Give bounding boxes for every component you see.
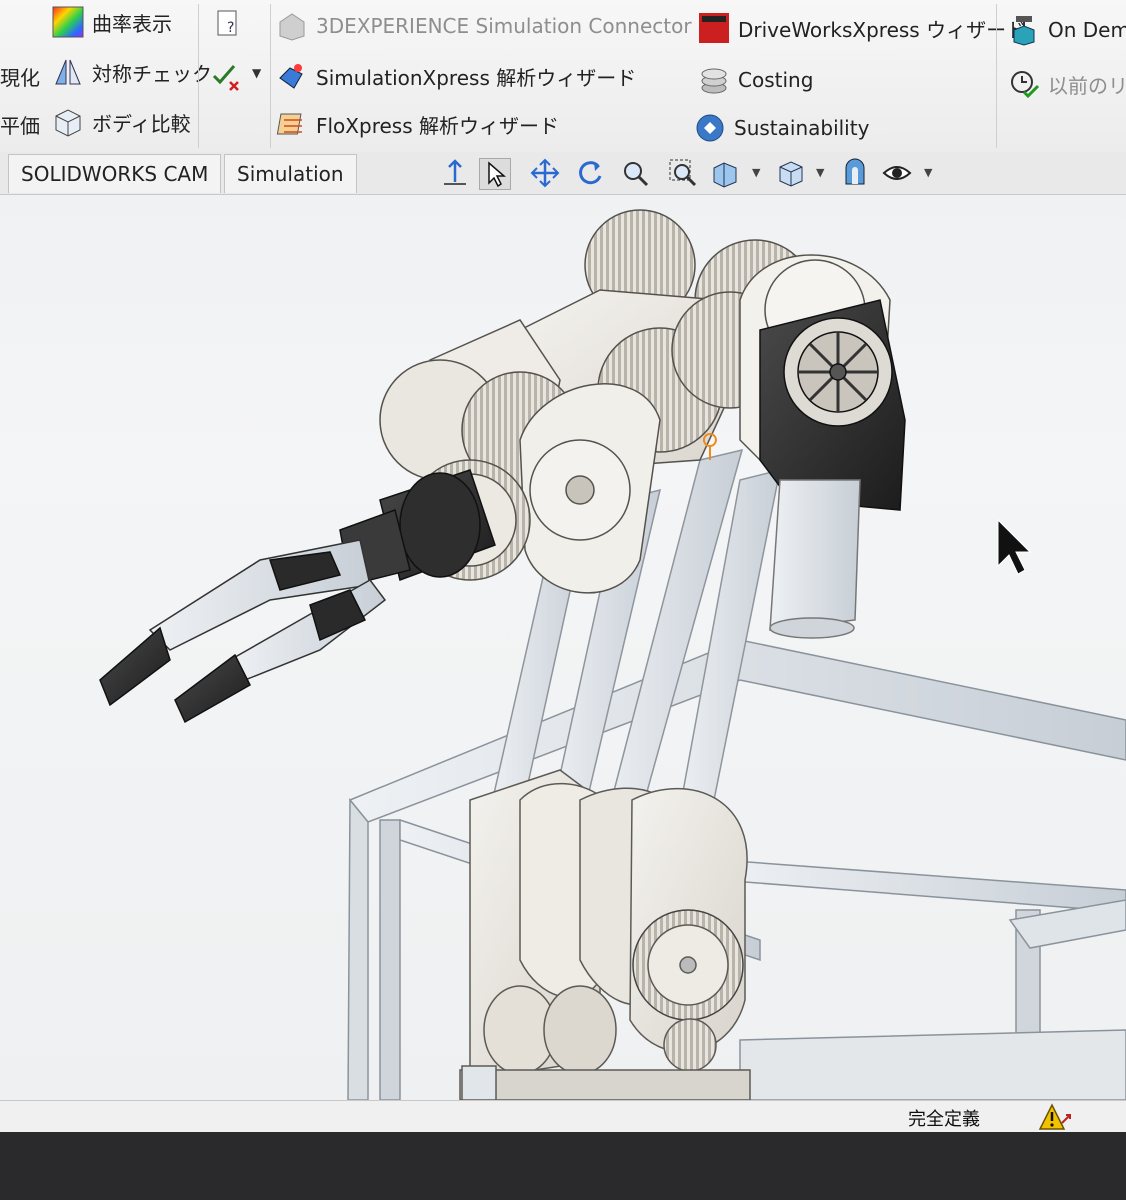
curvature-label: 曲率表示 [92, 11, 172, 36]
drive-motor [759, 299, 906, 639]
shoulder-gearbox [459, 769, 751, 1100]
normal-to-icon[interactable] [440, 158, 470, 188]
history-check-icon [1011, 71, 1040, 99]
sustainability-icon [696, 114, 724, 142]
chevron-down-icon[interactable]: ▼ [816, 166, 824, 179]
costing-label: Costing [738, 68, 814, 92]
on-demand-icon [1013, 16, 1035, 46]
driveworks-logo-icon [699, 13, 729, 43]
sustainability-label: Sustainability [734, 116, 870, 140]
driveworksxpress-button[interactable]: DriveWorksXpress ウィザード [698, 12, 1026, 44]
select-arrow-icon[interactable] [479, 158, 511, 190]
tab-simulation[interactable]: Simulation [224, 154, 357, 193]
simulation-connector-label: 3DEXPERIENCE Simulation Connector [316, 14, 692, 38]
chevron-down-icon[interactable]: ▼ [252, 66, 261, 80]
section-view-icon[interactable] [710, 158, 740, 188]
rotate-icon[interactable] [576, 158, 606, 188]
on-demand-button[interactable]: On Dem [1008, 14, 1126, 46]
body-compare-button[interactable]: ボディ比較 [52, 106, 191, 138]
solidworks-window: 現化 平価 曲率表示 対称チェック ボディ比較 ? ▼ 3DEXPERIENCE… [0, 0, 1126, 1132]
ribbon-separator [996, 4, 997, 148]
rebuild-warning-icon[interactable] [1038, 1103, 1072, 1131]
hide-show-eye-icon[interactable] [882, 158, 912, 188]
on-demand-label: On Dem [1048, 18, 1126, 42]
graphics-area[interactable] [0, 194, 1126, 1100]
floxpress-icon [276, 113, 302, 135]
curvature-icon [52, 6, 84, 38]
tab-solidworks-cam[interactable]: SOLIDWORKS CAM [8, 154, 222, 193]
driveworksxpress-label: DriveWorksXpress ウィザード [738, 17, 1027, 42]
curvature-button[interactable]: 曲率表示 [52, 6, 172, 38]
floxpress-button[interactable]: FloXpress 解析ウィザード [276, 108, 559, 140]
sustainability-button[interactable]: Sustainability [694, 112, 869, 144]
costing-coins-icon [701, 68, 727, 94]
svg-text:?: ? [227, 20, 234, 36]
simulationxpress-button[interactable]: SimulationXpress 解析ウィザード [276, 60, 636, 92]
previous-release-label: 以前のリ [1048, 73, 1126, 98]
mouse-cursor-icon [997, 518, 1032, 575]
body-compare-label: ボディ比較 [92, 111, 191, 136]
chevron-down-icon[interactable]: ▼ [924, 166, 932, 179]
simulation-connector-icon [279, 13, 305, 41]
cut-command-label-1[interactable]: 現化 [0, 62, 40, 91]
status-bar: 完全定義 [0, 1100, 1126, 1132]
view-orientation-icon[interactable] [776, 158, 806, 188]
gripper-assembly [99, 469, 496, 724]
command-manager-tabs: SOLIDWORKS CAM Simulation [0, 152, 1126, 195]
symmetry-check-button[interactable]: 対称チェック [52, 56, 212, 88]
simulation-connector-button[interactable]: 3DEXPERIENCE Simulation Connector [276, 10, 692, 42]
display-style-icon[interactable] [840, 158, 870, 188]
simulationxpress-label: SimulationXpress 解析ウィザード [316, 65, 637, 90]
zoom-area-icon[interactable] [668, 158, 698, 188]
floxpress-label: FloXpress 解析ウィザード [316, 113, 559, 138]
chevron-down-icon[interactable]: ▼ [752, 166, 760, 179]
pan-icon[interactable] [530, 158, 560, 188]
symmetry-check-label: 対称チェック [92, 61, 212, 86]
command-manager-ribbon: 現化 平価 曲率表示 対称チェック ボディ比較 ? ▼ 3DEXPERIENCE… [0, 0, 1126, 153]
ribbon-separator [270, 4, 271, 148]
check-document-icon[interactable]: ? [212, 8, 244, 40]
cut-command-label-2[interactable]: 平価 [0, 110, 40, 139]
ribbon-separator [198, 4, 199, 148]
definition-status-text: 完全定義 [908, 1109, 980, 1130]
design-checker-icon[interactable] [210, 60, 242, 92]
zoom-to-fit-icon[interactable] [620, 158, 650, 188]
simulationxpress-icon [279, 64, 303, 89]
symmetry-icon [55, 59, 81, 85]
previous-release-button[interactable]: 以前のリ [1008, 68, 1126, 100]
body-compare-icon [55, 109, 81, 137]
costing-button[interactable]: Costing [698, 64, 813, 96]
